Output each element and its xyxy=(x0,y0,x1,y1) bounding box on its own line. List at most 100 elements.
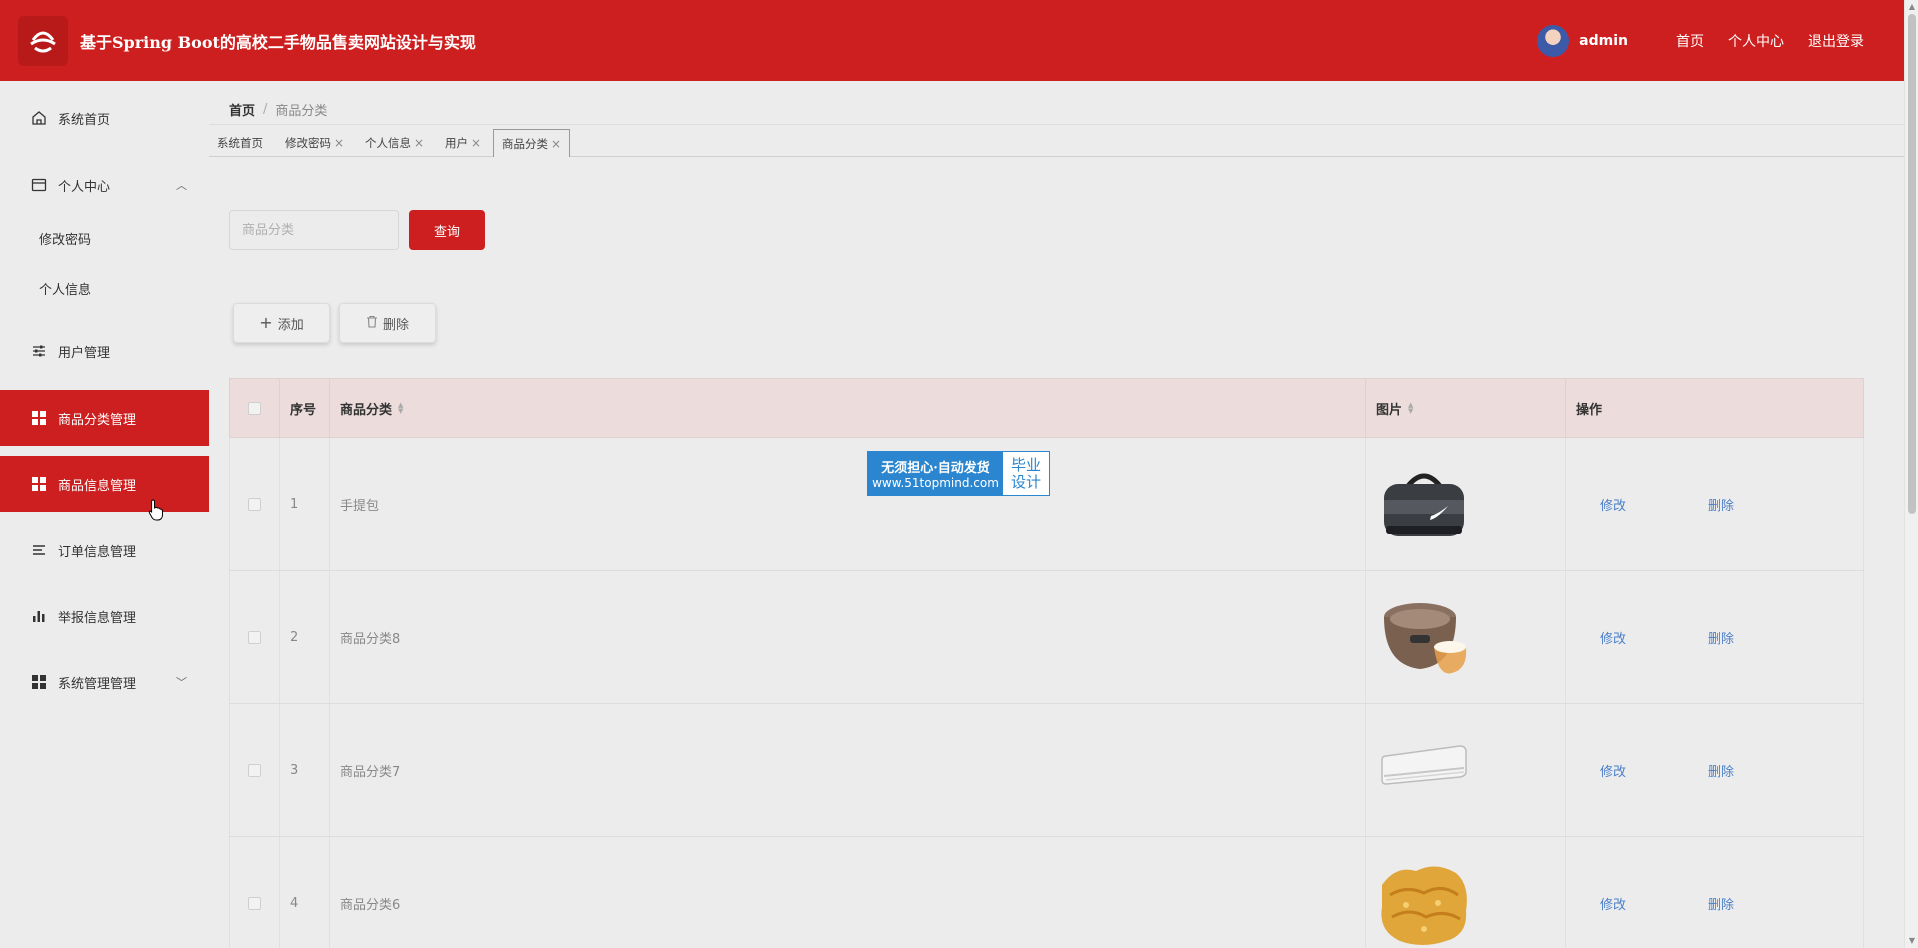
tab-label: 个人信息 xyxy=(365,136,411,150)
grid-icon xyxy=(30,409,48,427)
watermark-line2: www.51topmind.com xyxy=(872,476,999,490)
add-button[interactable]: + 添加 xyxy=(233,303,330,343)
avatar[interactable] xyxy=(1537,24,1570,57)
row-index: 3 xyxy=(280,704,330,836)
tab-category[interactable]: 商品分类 × xyxy=(493,129,571,157)
row-image-cell xyxy=(1366,438,1566,570)
table-row: 4 商品分类6 修改 删除 xyxy=(229,837,1864,948)
row-select-cell xyxy=(230,704,280,836)
sidebar-item-category[interactable]: 商品分类管理 xyxy=(0,390,209,446)
hand-cursor-icon xyxy=(148,499,164,525)
delete-link[interactable]: 删除 xyxy=(1708,495,1734,514)
sort-icon[interactable]: ▲ ▼ xyxy=(398,402,403,415)
nav-profile-link[interactable]: 个人中心 xyxy=(1728,31,1784,51)
sidebar-item-users[interactable]: 用户管理 xyxy=(0,323,209,379)
sidebar-item-personal-center[interactable]: 个人中心 ︿ xyxy=(0,157,209,213)
table-header: 序号 商品分类 ▲ ▼ 图片 ▲ ▼ 操作 xyxy=(229,378,1864,438)
sidebar-item-label: 举报信息管理 xyxy=(58,610,137,626)
sidebar-subitem-personal-info[interactable]: 个人信息 xyxy=(0,268,209,308)
row-category-name: 手提包 xyxy=(330,438,1366,570)
sidebar-item-label: 个人信息 xyxy=(39,282,92,298)
sidebar-item-label: 商品信息管理 xyxy=(58,478,137,494)
delete-button[interactable]: 删除 xyxy=(339,303,436,343)
category-search-input[interactable] xyxy=(229,210,399,250)
edit-link[interactable]: 修改 xyxy=(1600,894,1626,913)
header-right: admin 首页 个人中心 退出登录 xyxy=(1537,0,1864,81)
sidebar-subitem-change-password[interactable]: 修改密码 xyxy=(0,218,209,258)
row-index: 2 xyxy=(280,571,330,703)
list-icon xyxy=(30,541,48,559)
header-index: 序号 xyxy=(280,379,330,437)
breadcrumb-separator: / xyxy=(263,102,268,117)
close-icon[interactable]: × xyxy=(551,137,561,151)
grid-icon xyxy=(30,673,48,691)
plus-icon: + xyxy=(259,313,273,332)
row-checkbox[interactable] xyxy=(248,763,261,777)
breadcrumb: 首页 / 商品分类 xyxy=(229,100,327,119)
sidebar-item-home[interactable]: 系统首页 xyxy=(0,90,209,146)
row-image-cell xyxy=(1366,571,1566,703)
tab-personal-info[interactable]: 个人信息 × xyxy=(357,129,432,157)
row-index: 1 xyxy=(280,438,330,570)
header-image[interactable]: 图片 ▲ ▼ xyxy=(1366,379,1566,437)
breadcrumb-home[interactable]: 首页 xyxy=(229,100,255,119)
sidebar-item-orders[interactable]: 订单信息管理 xyxy=(0,522,209,578)
watermark-right-line1: 毕业 xyxy=(1010,455,1041,474)
row-select-cell xyxy=(230,571,280,703)
watermark-line1: 无须担心·自动发货 xyxy=(881,461,990,476)
scroll-down-icon[interactable]: ▼ xyxy=(1905,934,1918,948)
close-icon[interactable]: × xyxy=(414,136,424,150)
edit-link[interactable]: 修改 xyxy=(1600,761,1626,780)
row-checkbox[interactable] xyxy=(248,497,261,511)
delete-link[interactable]: 删除 xyxy=(1708,761,1734,780)
header-select-cell xyxy=(230,379,280,437)
header-category[interactable]: 商品分类 ▲ ▼ xyxy=(330,379,1366,437)
query-button[interactable]: 查询 xyxy=(409,210,485,250)
delete-link[interactable]: 删除 xyxy=(1708,894,1734,913)
air-conditioner-image xyxy=(1381,745,1467,785)
row-ops-cell: 修改 删除 xyxy=(1566,837,1864,948)
delete-link[interactable]: 删除 xyxy=(1708,628,1734,647)
sidebar-item-system[interactable]: 系统管理管理 ﹀ xyxy=(0,654,209,710)
logo xyxy=(18,15,68,66)
watermark-left: 无须担心·自动发货 www.51topmind.com xyxy=(868,452,1003,495)
select-all-checkbox[interactable] xyxy=(248,401,261,415)
add-button-label: 添加 xyxy=(277,317,304,333)
breadcrumb-current: 商品分类 xyxy=(275,104,328,119)
row-checkbox[interactable] xyxy=(248,896,261,910)
close-icon[interactable]: × xyxy=(334,136,344,150)
tab-label: 系统首页 xyxy=(217,136,263,150)
scroll-thumb[interactable] xyxy=(1908,14,1916,514)
tab-label: 商品分类 xyxy=(502,136,548,151)
row-checkbox[interactable] xyxy=(248,630,261,644)
row-select-cell xyxy=(230,438,280,570)
sidebar-item-reports[interactable]: 举报信息管理 xyxy=(0,588,209,644)
sidebar-item-label: 订单信息管理 xyxy=(58,544,137,560)
food-image xyxy=(1381,866,1467,945)
sliders-icon xyxy=(30,342,48,360)
edit-link[interactable]: 修改 xyxy=(1600,628,1626,647)
app-title: 基于Spring Boot的高校二手物品售卖网站设计与实现 xyxy=(80,32,476,52)
sidebar-item-product-info[interactable]: 商品信息管理 xyxy=(0,456,209,512)
tab-change-password[interactable]: 修改密码 × xyxy=(277,129,352,157)
tab-users[interactable]: 用户 × xyxy=(437,129,489,157)
sidebar: 系统首页 个人中心 ︿ 修改密码 个人信息 用户管理 商品分类管理 商品信息管理 xyxy=(0,81,209,948)
grid-icon xyxy=(30,475,48,493)
nav-home-link[interactable]: 首页 xyxy=(1676,31,1704,51)
close-icon[interactable]: × xyxy=(471,136,481,150)
tab-label: 用户 xyxy=(445,136,468,150)
sidebar-item-label: 修改密码 xyxy=(39,232,92,248)
sort-icon[interactable]: ▲ ▼ xyxy=(1408,402,1413,415)
header-category-label: 商品分类 xyxy=(340,402,393,418)
edit-link[interactable]: 修改 xyxy=(1600,495,1626,514)
row-select-cell xyxy=(230,837,280,948)
scroll-up-icon[interactable]: ▲ xyxy=(1905,0,1918,14)
row-category-name: 商品分类6 xyxy=(330,837,1366,948)
header-ops: 操作 xyxy=(1566,379,1864,437)
tab-system-home[interactable]: 系统首页 xyxy=(209,129,271,157)
bag-image xyxy=(1384,473,1464,536)
page-scrollbar[interactable]: ▲ ▼ xyxy=(1904,0,1918,948)
top-header: 基于Spring Boot的高校二手物品售卖网站设计与实现 admin 首页 个… xyxy=(0,0,1904,81)
nav-logout-link[interactable]: 退出登录 xyxy=(1808,31,1864,51)
sidebar-item-label: 系统首页 xyxy=(58,112,111,128)
